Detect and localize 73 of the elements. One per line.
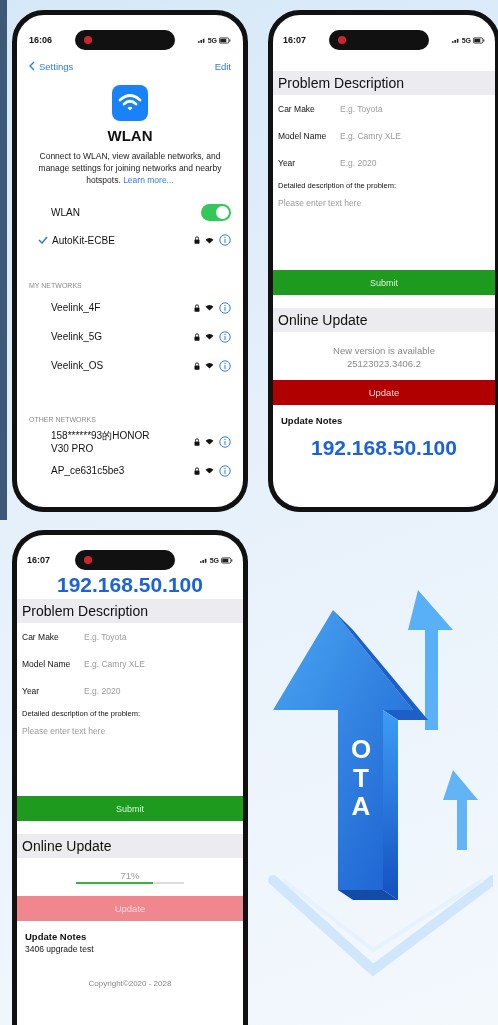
lock-icon (194, 303, 200, 312)
field-label: Year (278, 157, 297, 168)
submit-button[interactable]: Submit (273, 270, 495, 295)
wlan-description: Connect to WLAN, view available networks, and manage settings for joining networks and nearby hotspots. Learn more... (37, 150, 223, 186)
status-time: 16:07 (27, 555, 51, 565)
wifi-icon (205, 467, 214, 474)
info-button[interactable] (219, 359, 231, 372)
signal-icon (197, 37, 206, 43)
info-button[interactable] (219, 301, 231, 314)
network-name[interactable]: 158******93的HONOR V30 PRO (51, 428, 169, 455)
status-time: 16:07 (283, 35, 307, 45)
wifi-settings-icon (112, 85, 148, 121)
back-chevron-icon (29, 61, 35, 71)
lock-icon (194, 236, 200, 244)
lock-icon (194, 361, 200, 370)
ip-address: 192.168.50.100 (310, 436, 458, 460)
battery-icon (221, 556, 233, 564)
info-button[interactable] (219, 234, 231, 246)
signal-icon (451, 37, 460, 43)
wifi-icon (205, 304, 214, 311)
battery-icon (473, 36, 485, 44)
edit-button[interactable]: Edit (214, 60, 231, 72)
info-button[interactable] (219, 464, 231, 477)
learn-more-link[interactable]: Learn more... (123, 175, 174, 185)
status-time: 16:06 (29, 35, 53, 45)
description-field[interactable]: Please enter text here (278, 198, 490, 270)
submit-button[interactable]: Submit (17, 796, 243, 821)
section-header: Problem Description (273, 71, 495, 95)
network-name[interactable]: Veelink_5G (51, 330, 169, 343)
description-field[interactable]: Please enter text here (22, 726, 238, 796)
battery-icon (219, 36, 231, 44)
lock-icon (194, 466, 200, 475)
wifi-icon (205, 236, 214, 244)
wifi-icon (205, 438, 214, 445)
update-button[interactable]: Update (273, 380, 495, 405)
notes-text: 3406 upgrade test (24, 943, 95, 954)
lock-icon (194, 332, 200, 341)
lock-icon (194, 437, 200, 446)
network-name[interactable]: AP_ce631c5be3 (51, 464, 169, 477)
info-button[interactable] (219, 435, 231, 448)
input-field[interactable]: E.g. Toyota (340, 103, 460, 114)
field-label: Car Make (22, 631, 60, 642)
input-field[interactable]: E.g. Toyota (84, 631, 204, 642)
wlan-label: WLAN (51, 205, 81, 219)
section-header: Problem Description (17, 599, 243, 623)
wifi-icon (205, 333, 214, 340)
input-field[interactable]: E.g. Camry XLE (340, 130, 460, 141)
section-header: Online Update (17, 834, 243, 858)
network-name[interactable]: AutoKit-ECBE (52, 233, 177, 247)
notes-title: Update Notes (24, 930, 88, 942)
field-label: Year (22, 685, 41, 696)
ip-address: 192.168.50.100 (56, 573, 204, 597)
version-number: 25123023.3406.2 (347, 357, 421, 370)
section-header: Online Update (273, 308, 495, 332)
input-field[interactable]: E.g. 2020 (84, 685, 204, 696)
network-name[interactable]: Veelink_OS (51, 359, 169, 372)
notes-title: Update Notes (280, 414, 344, 426)
input-field[interactable]: E.g. Camry XLE (84, 658, 204, 669)
network-name[interactable]: Veelink_4F (51, 301, 169, 314)
wifi-icon (205, 362, 214, 369)
wlan-title: WLAN (106, 127, 154, 144)
info-button[interactable] (219, 330, 231, 343)
input-field[interactable]: E.g. 2020 (340, 157, 460, 168)
progress-percent: 71% (120, 870, 140, 881)
signal-icon (199, 557, 208, 563)
update-message: New version is available (333, 344, 435, 357)
ota-label: OTA (349, 735, 373, 821)
back-button[interactable]: Settings (29, 60, 74, 72)
field-label: Model Name (22, 658, 72, 669)
field-label: Model Name (278, 130, 328, 141)
field-label: Car Make (278, 103, 316, 114)
wlan-toggle[interactable] (201, 203, 231, 221)
copyright-text: Copyright©2020 - 2028 (87, 979, 173, 988)
